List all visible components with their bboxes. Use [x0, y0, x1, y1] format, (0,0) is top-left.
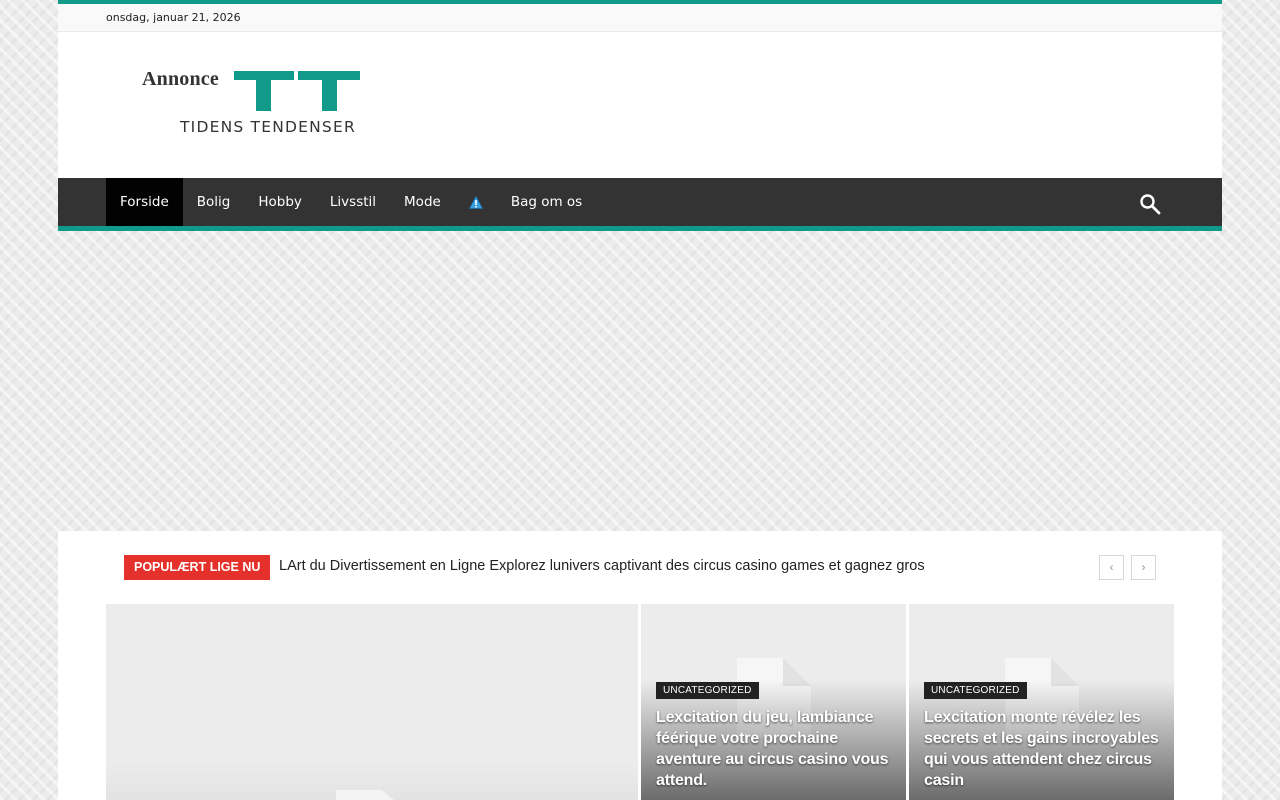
nav-item-livsstil[interactable]: Livsstil	[316, 178, 390, 226]
featured-tile-main[interactable]	[106, 604, 638, 800]
logo-mark	[234, 71, 360, 111]
nav-item-hobby[interactable]: Hobby	[244, 178, 316, 226]
ticker-headline[interactable]: LArt du Divertissement en Ligne Explorez…	[279, 558, 925, 574]
article-title[interactable]: Lexcitation du jeu, lambiance féérique v…	[656, 707, 892, 791]
current-date: onsdag, januar 21, 2026	[106, 11, 241, 24]
featured-tile-3[interactable]: UNCATEGORIZED Lexcitation monte révélez …	[909, 604, 1174, 800]
nav-menu: Forside Bolig Hobby Livsstil Mode Bag om…	[106, 178, 596, 226]
category-badge[interactable]: UNCATEGORIZED	[656, 682, 759, 699]
nav-item-forside[interactable]: Forside	[106, 178, 183, 226]
search-icon[interactable]	[1138, 192, 1162, 216]
ticker-next-button[interactable]: ›	[1131, 555, 1156, 580]
logo-tagline: TIDENS TENDENSER	[180, 118, 356, 136]
placeholder-image-icon	[336, 790, 394, 800]
ad-area	[58, 231, 1222, 531]
ticker-prev-button[interactable]: ‹	[1099, 555, 1124, 580]
article-title[interactable]: Lexcitation monte révélez les secrets et…	[924, 707, 1160, 791]
site-header: Annonce TIDENS TENDENSER	[58, 32, 1222, 178]
nav-item-bag-om-os[interactable]: Bag om os	[497, 178, 596, 226]
category-badge[interactable]: UNCATEGORIZED	[924, 682, 1027, 699]
site-logo[interactable]: Annonce TIDENS TENDENSER	[142, 68, 378, 140]
ticker-label: POPULÆRT LIGE NU	[124, 555, 271, 580]
nav-item-bolig[interactable]: Bolig	[183, 178, 245, 226]
main-nav: Forside Bolig Hobby Livsstil Mode Bag om…	[58, 178, 1222, 231]
content-area: POPULÆRT LIGE NU LArt du Divertissement …	[58, 531, 1222, 800]
nav-item-mode[interactable]: Mode	[390, 178, 455, 226]
nav-item-icon[interactable]	[455, 178, 497, 226]
logo-prefix: Annonce	[142, 68, 219, 90]
featured-grid: UNCATEGORIZED Lexcitation du jeu, lambia…	[106, 604, 1174, 800]
trending-ticker: POPULÆRT LIGE NU LArt du Divertissement …	[124, 555, 1156, 580]
featured-tile-2[interactable]: UNCATEGORIZED Lexcitation du jeu, lambia…	[641, 604, 906, 800]
top-bar: onsdag, januar 21, 2026	[58, 0, 1222, 32]
warning-icon	[468, 195, 483, 209]
